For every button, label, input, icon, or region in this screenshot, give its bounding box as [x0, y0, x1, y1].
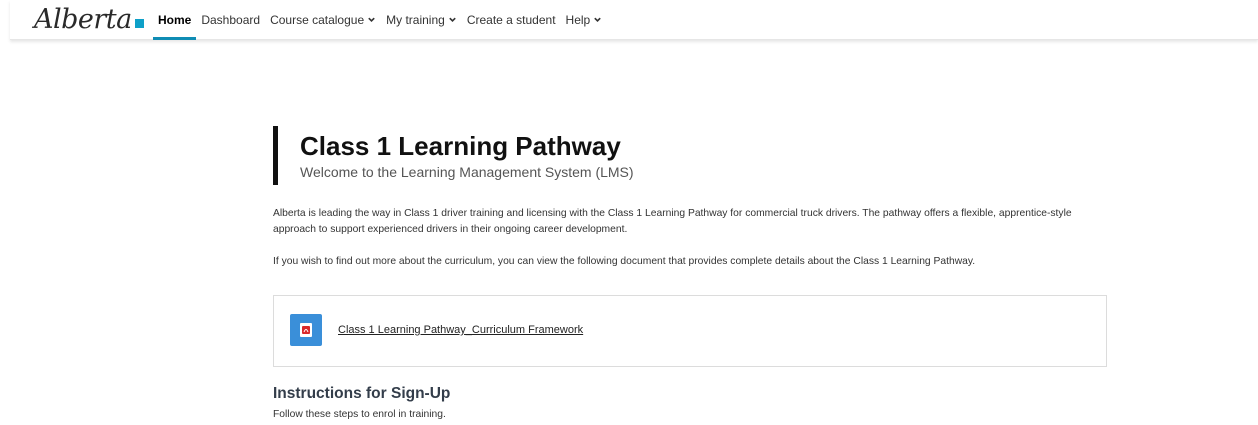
curriculum-paragraph: If you wish to find out more about the c…: [273, 256, 976, 267]
top-navigation-bar: Alberta Home Dashboard Course catalogue …: [10, 0, 1258, 40]
hero-block: Class 1 Learning Pathway Welcome to the …: [273, 126, 1100, 185]
nav-item-help[interactable]: Help: [561, 0, 608, 39]
nav-item-label: Create a student: [466, 12, 556, 27]
alberta-logo[interactable]: Alberta: [34, 3, 144, 35]
chevron-down-icon: [594, 17, 602, 22]
pdf-glyph-icon: [300, 323, 312, 337]
logo-wordmark: Alberta: [34, 4, 132, 35]
pdf-file-icon[interactable]: [290, 314, 322, 346]
nav-item-label: Home: [158, 12, 192, 27]
nav-item-label: Dashboard: [201, 12, 261, 27]
main-nav: Home Dashboard Course catalogue My train…: [153, 0, 608, 40]
instructions-text: Follow these steps to enrol in training.: [273, 409, 446, 420]
nav-item-label: Course catalogue: [270, 12, 365, 27]
nav-item-create-a-student[interactable]: Create a student: [462, 0, 561, 39]
chevron-down-icon: [368, 17, 375, 22]
chevron-down-icon: [449, 17, 456, 22]
page-title: Class 1 Learning Pathway: [300, 131, 621, 161]
nav-item-dashboard[interactable]: Dashboard: [196, 0, 265, 39]
nav-item-my-training[interactable]: My training: [381, 0, 462, 39]
nav-item-course-catalogue[interactable]: Course catalogue: [265, 0, 381, 39]
instructions-heading: Instructions for Sign-Up: [273, 385, 451, 402]
intro-paragraph: Alberta is leading the way in Class 1 dr…: [273, 208, 1072, 235]
curriculum-document-link[interactable]: Class 1 Learning Pathway_Curriculum Fram…: [338, 324, 583, 336]
document-card: Class 1 Learning Pathway_Curriculum Fram…: [273, 295, 1107, 367]
nav-item-label: My training: [386, 12, 445, 27]
logo-square-icon: [134, 19, 144, 28]
page-subtitle: Welcome to the Learning Management Syste…: [300, 164, 634, 180]
nav-item-home[interactable]: Home: [153, 0, 197, 40]
nav-item-label: Help: [565, 12, 591, 27]
